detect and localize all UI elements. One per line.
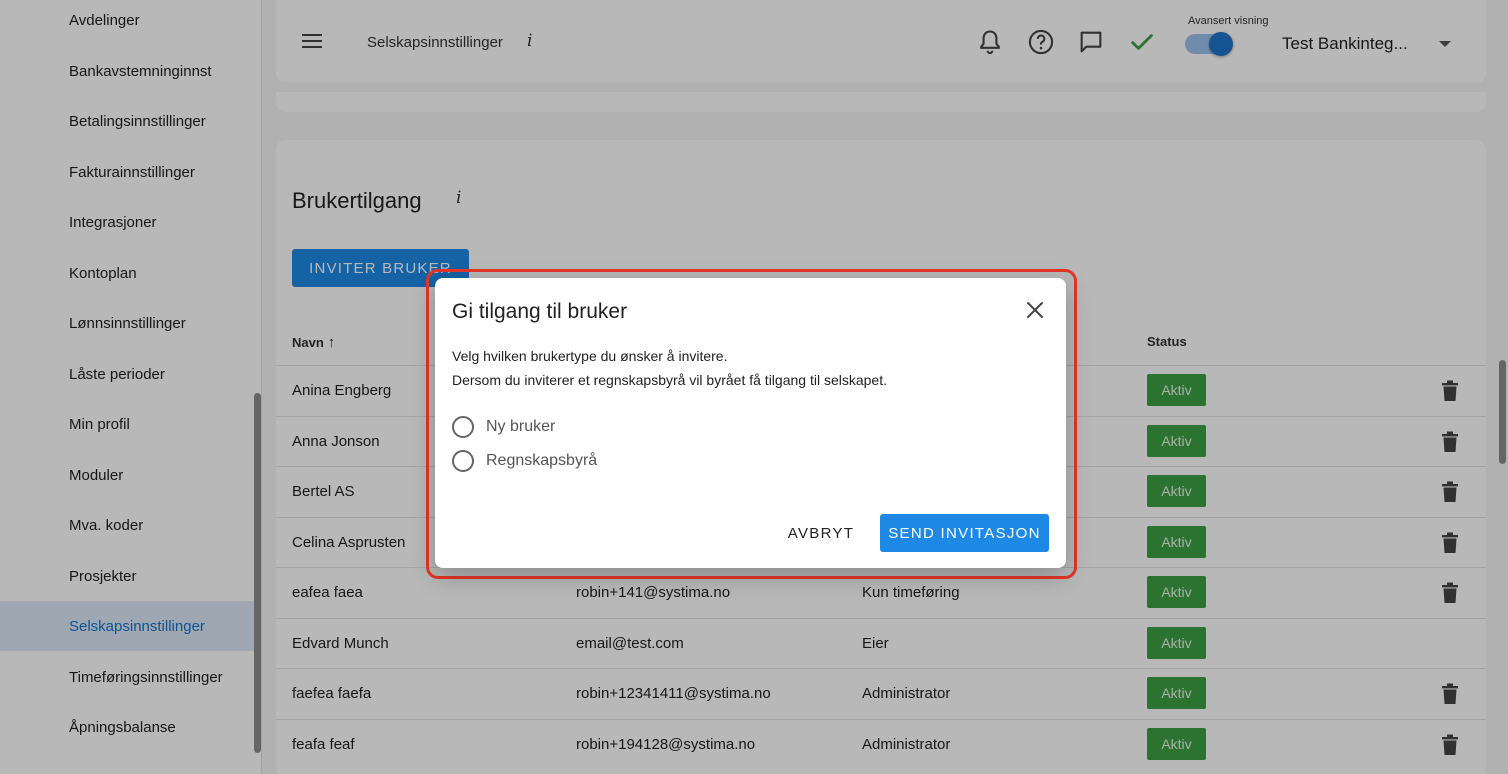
radio-option-regnskapsbyra[interactable]: Regnskapsbyrå (452, 448, 597, 474)
invite-user-dialog: Gi tilgang til bruker Velg hvilken bruke… (435, 278, 1066, 568)
cancel-button[interactable]: AVBRYT (777, 514, 865, 552)
radio-label: Ny bruker (486, 418, 556, 435)
radio-option-ny-bruker[interactable]: Ny bruker (452, 414, 555, 440)
radio-button[interactable] (452, 416, 474, 438)
close-icon[interactable] (1024, 299, 1046, 321)
radio-button[interactable] (452, 450, 474, 472)
send-invitation-button[interactable]: SEND INVITASJON (880, 514, 1049, 552)
radio-label: Regnskapsbyrå (486, 452, 598, 469)
dialog-description-2: Dersom du inviterer et regnskapsbyrå vil… (452, 372, 887, 388)
dialog-title: Gi tilgang til bruker (452, 300, 628, 323)
dialog-description-1: Velg hvilken brukertype du ønsker å invi… (452, 348, 728, 364)
